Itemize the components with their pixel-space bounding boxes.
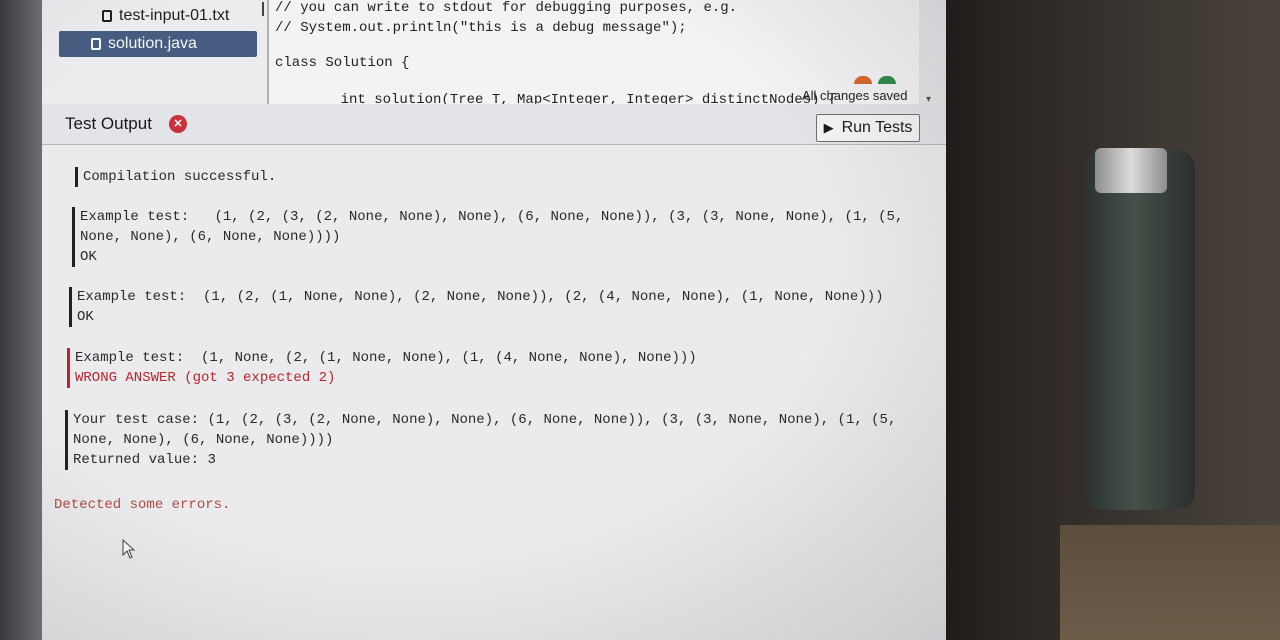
test-result-failed: Example test: (1, None, (2, (1, None, No… bbox=[67, 348, 697, 388]
editor-gutter-marker bbox=[262, 2, 264, 16]
compilation-status: Compilation successful. bbox=[75, 167, 276, 187]
test-label: Example test: bbox=[77, 289, 187, 305]
test-input-value: None, None), (6, None, None)))) bbox=[73, 432, 334, 448]
test-output-title: Test Output bbox=[65, 114, 152, 133]
ide-screen: test-input-01.txt solution.java // you c… bbox=[42, 0, 946, 640]
custom-test-result: Your test case: (1, (2, (3, (2, None, No… bbox=[65, 410, 896, 470]
file-icon bbox=[102, 10, 112, 22]
test-input-value: (1, (2, (3, (2, None, None), None), (6, … bbox=[214, 209, 904, 225]
code-line: class Solution { bbox=[275, 55, 410, 71]
compilation-text: Compilation successful. bbox=[83, 169, 277, 185]
test-output-body: Compilation successful. Example test: (1… bbox=[42, 145, 946, 640]
file-icon bbox=[91, 38, 101, 50]
run-tests-label: Run Tests bbox=[841, 119, 913, 136]
test-label: Example test: bbox=[75, 350, 185, 366]
returned-label: Returned value: bbox=[73, 452, 200, 468]
background-bottle bbox=[1085, 150, 1195, 510]
save-status: All changes saved bbox=[802, 88, 908, 103]
file-item-test-input[interactable]: test-input-01.txt bbox=[102, 3, 262, 29]
test-input-value: None, None), (6, None, None)))) bbox=[80, 229, 341, 245]
test-result-text: OK bbox=[77, 309, 94, 325]
test-input-value: (1, (2, (1, None, None), (2, None, None)… bbox=[203, 289, 884, 305]
file-name: test-input-01.txt bbox=[119, 7, 230, 24]
background-desk bbox=[1060, 525, 1280, 640]
screen-bezel bbox=[0, 0, 42, 640]
error-summary: Detected some errors. bbox=[54, 497, 231, 513]
test-result: Example test: (1, (2, (3, (2, None, None… bbox=[72, 207, 903, 267]
file-panel: test-input-01.txt solution.java bbox=[42, 0, 267, 104]
background-bottle-cap bbox=[1095, 148, 1167, 193]
code-line: // System.out.println("this is a debug m… bbox=[275, 20, 687, 36]
returned-value: 3 bbox=[207, 452, 216, 468]
code-line: // you can write to stdout for debugging… bbox=[275, 0, 738, 16]
test-input-value: (1, (2, (3, (2, None, None), None), (6, … bbox=[207, 412, 897, 428]
file-item-solution[interactable]: solution.java bbox=[59, 31, 257, 57]
file-name: solution.java bbox=[108, 35, 197, 52]
test-output-header: Test Output ✕ ▶ Run Tests bbox=[42, 104, 946, 145]
test-result-text: WRONG ANSWER (got 3 expected 2) bbox=[75, 370, 336, 386]
test-input-value: (1, None, (2, (1, None, None), (1, (4, N… bbox=[201, 350, 697, 366]
test-label: Example test: bbox=[80, 209, 190, 225]
test-result-text: OK bbox=[80, 249, 97, 265]
test-label: Your test case: bbox=[73, 412, 200, 428]
test-result: Example test: (1, (2, (1, None, None), (… bbox=[69, 287, 884, 327]
mouse-pointer-icon bbox=[122, 539, 136, 559]
play-icon: ▶ bbox=[823, 120, 834, 135]
close-icon[interactable]: ✕ bbox=[169, 115, 187, 133]
run-tests-button[interactable]: ▶ Run Tests bbox=[816, 114, 920, 142]
status-indicator-icon bbox=[854, 76, 914, 86]
